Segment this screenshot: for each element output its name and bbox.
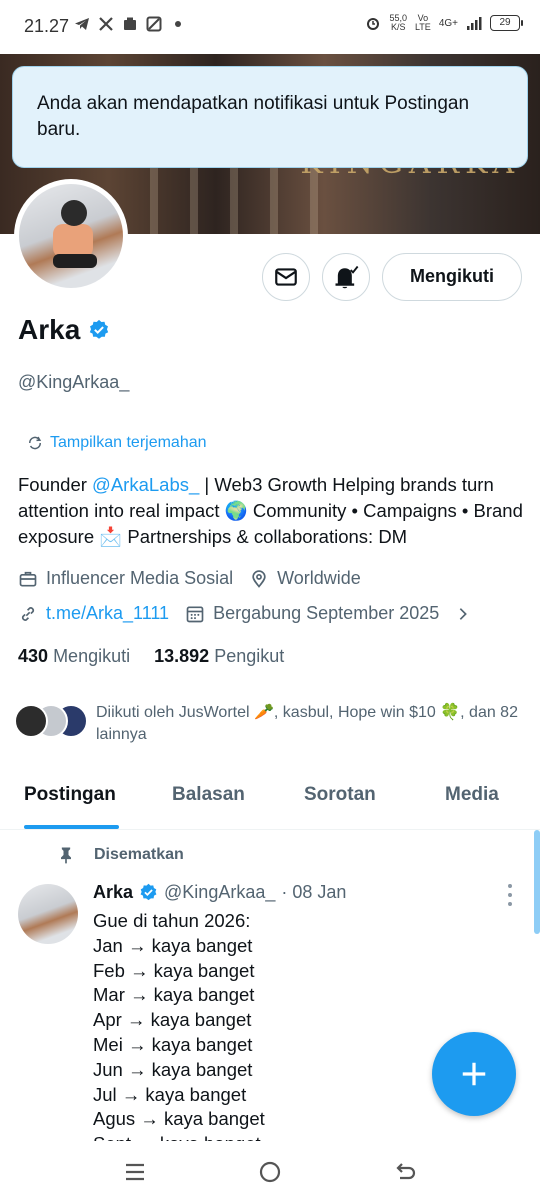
following-count: 430 — [18, 646, 49, 666]
follow-stats: 430 Mengikuti 13.892 Pengikut — [18, 646, 284, 667]
tab-media[interactable]: Media — [445, 784, 499, 806]
app-icon — [124, 17, 136, 30]
post-line: Apr → kaya banget — [93, 1009, 252, 1031]
profile-handle: @KingArkaa_ — [18, 372, 130, 392]
network-speed: 55,0 K/S — [389, 14, 407, 32]
post-line: Agus → kaya banget — [93, 1108, 265, 1130]
telegram-icon — [75, 18, 89, 30]
show-translation-link[interactable]: Tampilkan terjemahan — [26, 434, 207, 452]
x-icon — [99, 17, 113, 31]
location-pin-icon — [252, 569, 266, 588]
post-more-options-button[interactable] — [500, 884, 520, 906]
speed-unit: K/S — [390, 22, 406, 32]
translate-label: Tampilkan terjemahan — [50, 434, 207, 451]
calendar-icon — [186, 606, 204, 622]
plus-icon — [462, 1062, 486, 1086]
bio-mention-link[interactable]: @ArkaLabs_ — [92, 474, 199, 495]
location-label: Worldwide — [277, 568, 361, 588]
status-time: 21.27 — [24, 16, 70, 36]
post-line: Mar → kaya banget — [93, 984, 255, 1006]
post-line: Gue di tahun 2026: — [93, 910, 251, 931]
followers-label: Pengikut — [214, 646, 285, 666]
profile-avatar[interactable] — [14, 179, 128, 293]
joined-item: Bergabung September 2025 — [185, 603, 439, 624]
location-item: Worldwide — [249, 568, 361, 589]
followed-by-avatars — [14, 702, 88, 738]
tab-highlights[interactable]: Sorotan — [304, 784, 376, 806]
profile-tabs: Postingan Balasan Sorotan Media — [0, 774, 540, 830]
signal-icon — [467, 17, 482, 30]
recent-apps-button[interactable] — [121, 1158, 149, 1186]
category-item: Influencer Media Sosial — [18, 568, 233, 589]
followers-stat[interactable]: 13.892 Pengikut — [154, 646, 284, 667]
bio-prefix: Founder — [18, 474, 93, 495]
translate-icon — [29, 436, 42, 450]
pinned-label: Disematkan — [94, 846, 184, 863]
post-author-name[interactable]: Arka — [93, 882, 133, 903]
following-button[interactable]: Mengikuti — [382, 253, 522, 301]
post-avatar[interactable] — [18, 884, 78, 944]
network-type: 4G+ — [438, 17, 458, 29]
avatar-image — [19, 184, 123, 288]
menu-icon — [126, 1163, 144, 1181]
pinned-label-row: Disematkan — [56, 844, 184, 866]
tab-replies[interactable]: Balasan — [172, 784, 245, 806]
active-tab-indicator — [24, 825, 119, 829]
post-line: Feb → kaya banget — [93, 959, 255, 981]
post-date: · 08 Jan — [281, 882, 347, 902]
status-bar: 21.27 55,0 K/S Vo LTE 4G+ 29 — [0, 0, 540, 54]
briefcase-icon — [19, 571, 37, 586]
tab-posts[interactable]: Postingan — [24, 784, 116, 806]
system-navigation-bar — [0, 1142, 540, 1200]
alarm-icon — [367, 18, 380, 30]
dot-icon — [175, 21, 181, 27]
home-circle-icon — [259, 1161, 281, 1183]
avatar — [14, 704, 48, 738]
post-line: Sept → kaya banget — [93, 1132, 513, 1141]
joined-label: Bergabung September 2025 — [213, 603, 440, 623]
profile-bio: Founder @ArkaLabs_ | Web3 Growth Helping… — [18, 472, 528, 550]
home-button[interactable] — [256, 1158, 284, 1186]
website-link[interactable]: t.me/Arka_1111 — [46, 603, 169, 624]
post-author-handle[interactable]: @KingArkaa_ — [164, 882, 275, 903]
notifications-button[interactable] — [322, 253, 370, 301]
verified-badge-icon[interactable] — [88, 319, 110, 341]
profile-meta-row-2: t.me/Arka_1111 Bergabung September 2025 — [18, 603, 471, 624]
notification-toast: Anda akan mendapatkan notifikasi untuk P… — [12, 66, 528, 168]
profile-name: Arka — [18, 314, 81, 345]
message-button[interactable] — [262, 253, 310, 301]
status-notification-icons — [74, 16, 186, 32]
status-system-icons: 55,0 K/S Vo LTE 4G+ 29 — [365, 14, 523, 32]
compose-post-button[interactable] — [432, 1032, 516, 1116]
verified-badge-icon — [140, 883, 157, 901]
chevron-right-icon[interactable] — [455, 606, 471, 622]
mail-icon — [275, 268, 297, 286]
followed-by-text: Diikuti oleh JusWortel 🥕, kasbul, Hope w… — [96, 704, 518, 743]
volte-bottom: LTE — [414, 22, 431, 32]
back-button[interactable] — [392, 1158, 420, 1186]
website-item[interactable]: t.me/Arka_1111 — [18, 603, 169, 624]
battery-icon: 29 — [490, 15, 523, 31]
image-icon — [146, 16, 162, 32]
back-icon — [396, 1163, 416, 1180]
followed-by-section[interactable]: Diikuti oleh JusWortel 🥕, kasbul, Hope w… — [14, 702, 526, 746]
followers-count: 13.892 — [154, 646, 210, 666]
bell-check-icon — [335, 265, 359, 289]
link-icon — [21, 606, 35, 621]
profile-meta-row-1: Influencer Media Sosial Worldwide — [18, 568, 361, 589]
following-stat[interactable]: 430 Mengikuti — [18, 646, 130, 667]
volte-indicator: Vo LTE — [415, 14, 431, 32]
category-label: Influencer Media Sosial — [46, 568, 234, 588]
post-line: Jan → kaya banget — [93, 934, 253, 956]
profile-name-row: Arka — [18, 314, 110, 346]
scrollbar[interactable] — [534, 830, 540, 934]
following-label: Mengikuti — [53, 646, 131, 666]
pin-icon — [61, 847, 71, 864]
post-header: Arka @KingArkaa_ · 08 Jan — [93, 882, 346, 903]
